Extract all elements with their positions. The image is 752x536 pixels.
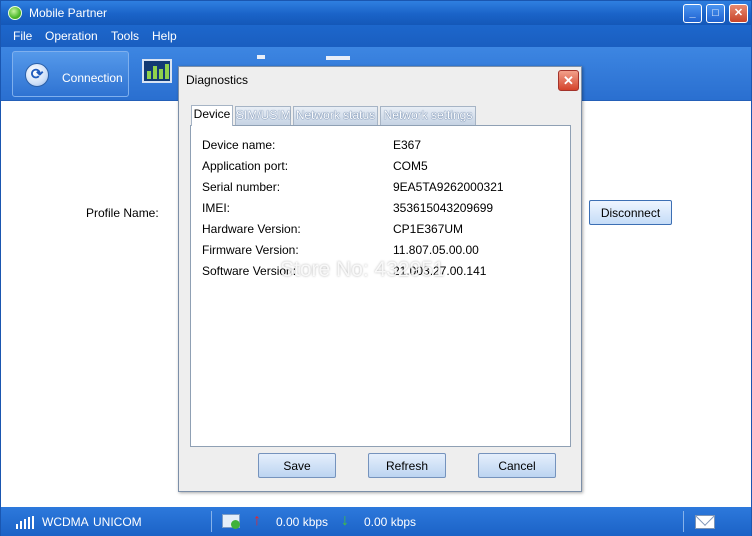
imei-label: IMEI: <box>202 201 231 215</box>
dialog-close-icon[interactable]: ✕ <box>558 70 579 91</box>
serial-number-label: Serial number: <box>202 180 281 194</box>
device-name-label: Device name: <box>202 138 276 152</box>
network-type: WCDMA <box>42 515 89 529</box>
status-divider <box>211 511 212 532</box>
connection-label: Connection <box>62 71 123 85</box>
menu-operation[interactable]: Operation <box>45 29 98 43</box>
diagnostics-dialog: Diagnostics ✕ Device SIM/USIM Network st… <box>178 66 582 492</box>
minimize-icon[interactable]: _ <box>683 4 702 23</box>
menu-bar: File Operation Tools Help <box>1 25 751 47</box>
cancel-button[interactable]: Cancel <box>478 453 556 478</box>
connection-icon: ⟳ <box>25 63 49 87</box>
hardware-version-label: Hardware Version: <box>202 222 301 236</box>
device-name-value: E367 <box>393 138 422 152</box>
toolbar-item-hidden-2[interactable] <box>326 56 350 60</box>
device-info-row: Serial number: 9EA5TA9262000321 <box>202 180 562 196</box>
network-operator: UNICOM <box>93 515 142 529</box>
tab-network-status[interactable]: Network status <box>293 106 378 125</box>
signal-icon <box>16 516 36 529</box>
serial-number-value: 9EA5TA9262000321 <box>393 180 504 194</box>
mobile-partner-window: Mobile Partner _ □ ✕ File Operation Tool… <box>0 0 752 536</box>
device-info-row: IMEI: 353615043209699 <box>202 201 562 217</box>
tab-device[interactable]: Device <box>191 105 233 126</box>
device-info-row: Hardware Version: CP1E367UM <box>202 222 562 238</box>
app-title: Mobile Partner <box>29 6 108 20</box>
menu-tools[interactable]: Tools <box>111 29 139 43</box>
hardware-version-value: CP1E367UM <box>393 222 464 236</box>
mail-icon[interactable] <box>695 515 715 529</box>
download-rate: 0.00 kbps <box>364 515 417 529</box>
tab-sim-usim[interactable]: SIM/USIM <box>235 106 291 125</box>
software-version-value: 21.003.27.00.141 <box>393 264 487 278</box>
dialog-title: Diagnostics <box>186 73 249 87</box>
software-version-label: Software Version: <box>202 264 297 278</box>
device-info-row: Application port: COM5 <box>202 159 562 175</box>
download-arrow-icon: ↓ <box>341 512 349 529</box>
refresh-button[interactable]: Refresh <box>368 453 446 478</box>
toolbar-item-hidden[interactable] <box>257 55 265 59</box>
menu-help[interactable]: Help <box>152 29 177 43</box>
application-port-label: Application port: <box>202 159 289 173</box>
device-info-row: Device name: E367 <box>202 138 562 154</box>
status-divider-2 <box>683 511 684 532</box>
app-icon <box>8 6 22 20</box>
disconnect-button[interactable]: Disconnect <box>589 200 672 225</box>
firmware-version-label: Firmware Version: <box>202 243 299 257</box>
device-info-row: Software Version: 21.003.27.00.141 <box>202 264 562 280</box>
application-port-value: COM5 <box>393 159 428 173</box>
maximize-icon[interactable]: □ <box>706 4 725 23</box>
device-info-row: Firmware Version: 11.807.05.00.00 <box>202 243 562 259</box>
device-info-panel: Device name: E367 Application port: COM5… <box>190 125 571 447</box>
title-bar[interactable]: Mobile Partner _ □ ✕ <box>1 1 751 25</box>
save-button[interactable]: Save <box>258 453 336 478</box>
statistics-icon[interactable] <box>142 59 172 83</box>
upload-rate: 0.00 kbps <box>276 515 329 529</box>
pc-status-icon <box>222 514 240 529</box>
close-icon[interactable]: ✕ <box>729 4 748 23</box>
connection-button[interactable]: ⟳ Connection <box>12 51 129 97</box>
status-bar: WCDMA UNICOM ↑ 0.00 kbps ↓ 0.00 kbps <box>1 507 751 536</box>
profile-name-label: Profile Name: <box>86 206 159 220</box>
imei-value: 353615043209699 <box>393 201 494 215</box>
firmware-version-value: 11.807.05.00.00 <box>393 243 479 257</box>
tab-network-settings[interactable]: Network settings <box>380 106 476 125</box>
upload-arrow-icon: ↑ <box>253 512 261 529</box>
menu-file[interactable]: File <box>13 29 32 43</box>
